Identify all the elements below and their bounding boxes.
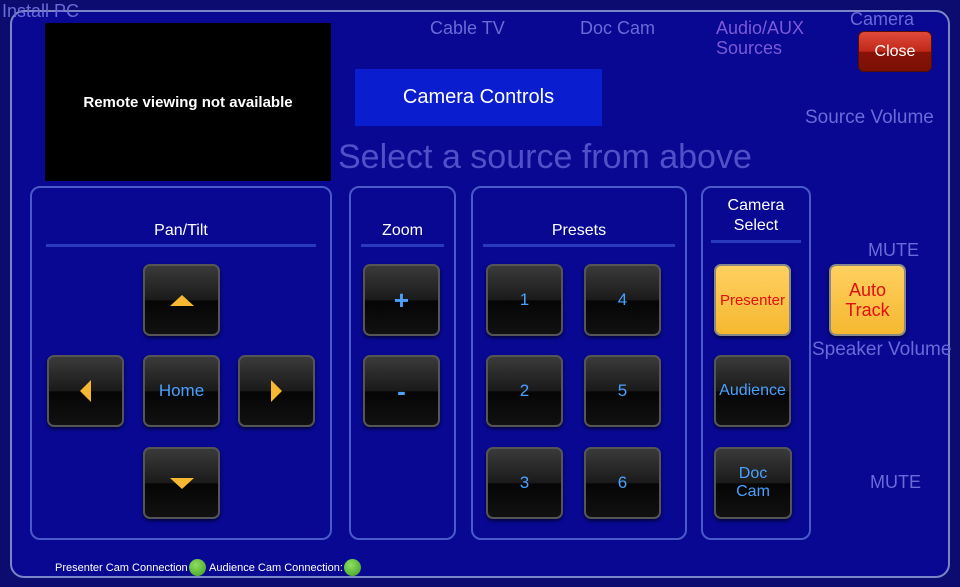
pan-right-button[interactable] bbox=[238, 355, 315, 427]
pan-tilt-title: Pan/Tilt bbox=[46, 222, 316, 247]
arrow-up-icon bbox=[169, 294, 194, 306]
zoom-out-button[interactable]: - bbox=[363, 355, 440, 427]
bg-source-audio: Audio/AUX Sources bbox=[716, 18, 805, 58]
preset-1-button[interactable]: 1 bbox=[486, 264, 563, 336]
bg-source-volume: Source Volume bbox=[805, 107, 934, 128]
arrow-down-icon bbox=[169, 477, 194, 489]
presenter-status-indicator-icon bbox=[188, 559, 206, 576]
bg-mute: MUTE bbox=[868, 240, 919, 260]
zoom-in-button[interactable]: + bbox=[363, 264, 440, 336]
video-preview: Remote viewing not available bbox=[45, 23, 331, 181]
preset-5-button[interactable]: 5 bbox=[584, 355, 661, 427]
bg-prompt: Select a source from above bbox=[338, 138, 752, 176]
arrow-left-icon bbox=[80, 380, 91, 402]
home-button[interactable]: Home bbox=[143, 355, 220, 427]
auto-track-button[interactable]: Auto Track bbox=[829, 264, 906, 336]
preset-4-button[interactable]: 4 bbox=[584, 264, 661, 336]
presets-title: Presets bbox=[483, 222, 675, 247]
preset-6-button[interactable]: 6 bbox=[584, 447, 661, 519]
bg-source-doc-cam: Doc Cam bbox=[580, 18, 656, 38]
audience-cam-status: Audience Cam Connection: bbox=[209, 559, 361, 576]
bg-source-cable-tv: Cable TV bbox=[430, 18, 505, 38]
video-message: Remote viewing not available bbox=[83, 93, 293, 111]
audience-status-indicator-icon bbox=[343, 559, 361, 576]
close-button[interactable]: Close bbox=[858, 31, 932, 72]
pan-left-button[interactable] bbox=[47, 355, 124, 427]
preset-2-button[interactable]: 2 bbox=[486, 355, 563, 427]
bg-source-install-pc: Install PC bbox=[2, 1, 80, 21]
camera-presenter-button[interactable]: Presenter bbox=[714, 264, 791, 336]
presenter-cam-status: Presenter Cam Connection bbox=[55, 559, 206, 576]
bg-speaker-volume: Speaker Volume bbox=[812, 339, 952, 360]
camera-audience-button[interactable]: Audience bbox=[714, 355, 791, 427]
audience-cam-label: Audience Cam Connection: bbox=[209, 561, 343, 574]
page-title: Camera Controls bbox=[355, 69, 602, 126]
camera-doc-cam-button[interactable]: Doc Cam bbox=[714, 447, 792, 519]
bg-source-camera: Camera bbox=[850, 9, 915, 29]
tilt-down-button[interactable] bbox=[143, 447, 220, 519]
preset-3-button[interactable]: 3 bbox=[486, 447, 563, 519]
tilt-up-button[interactable] bbox=[143, 264, 220, 336]
presenter-cam-label: Presenter Cam Connection bbox=[55, 561, 188, 574]
zoom-title: Zoom bbox=[361, 222, 444, 247]
camera-select-title: Camera Select bbox=[711, 196, 801, 243]
arrow-right-icon bbox=[271, 380, 282, 402]
bg-mute-2: MUTE bbox=[870, 472, 921, 492]
